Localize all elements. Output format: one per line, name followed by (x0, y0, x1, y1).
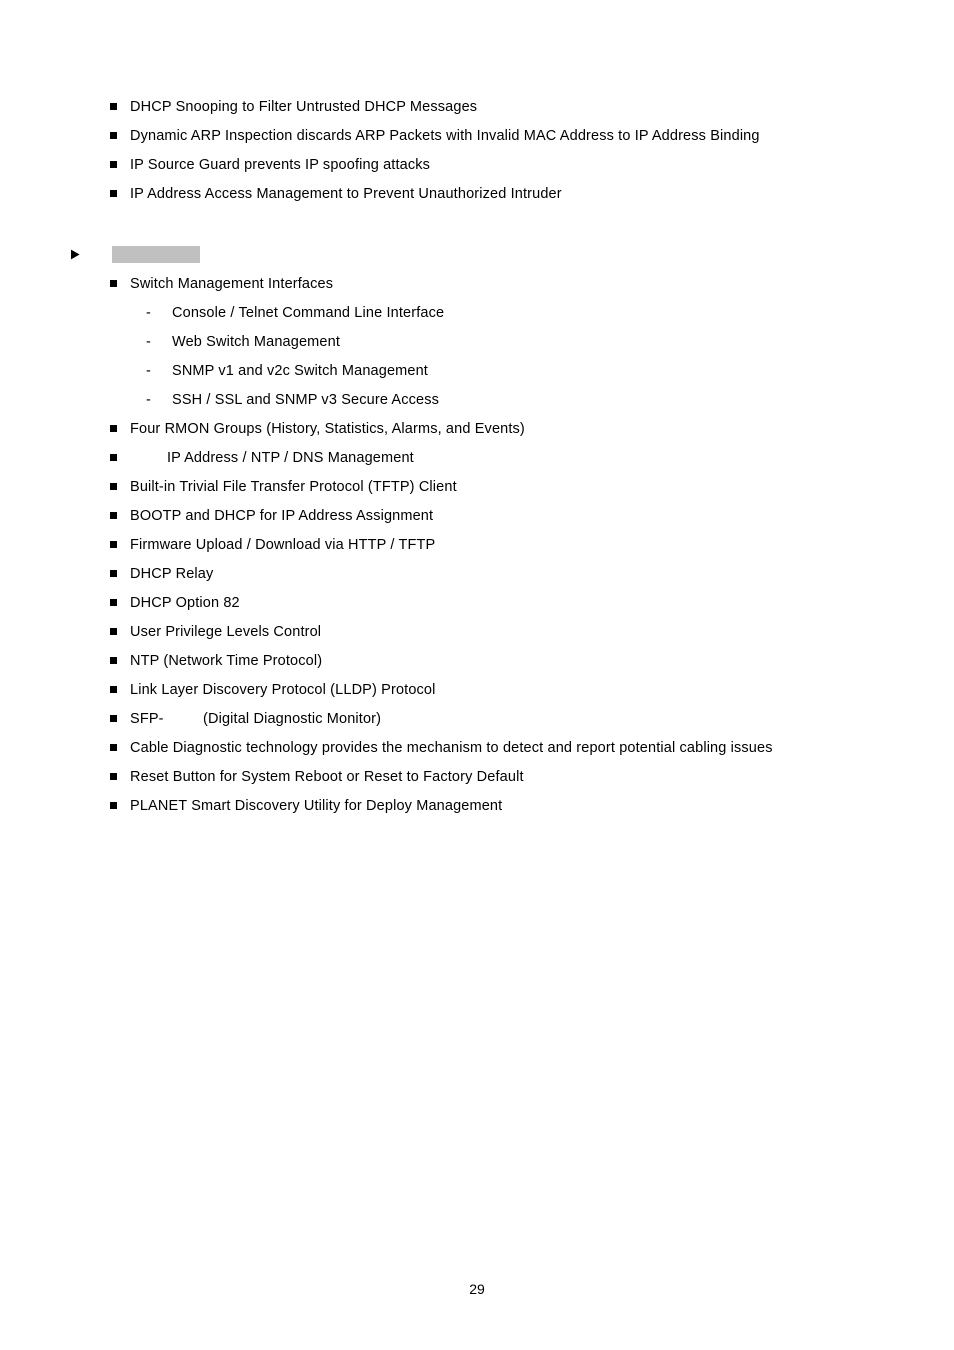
square-bullet-icon (110, 473, 117, 502)
list-item-label: DHCP Option 82 (130, 595, 240, 611)
list-item: DHCP Snooping to Filter Untrusted DHCP M… (0, 93, 954, 122)
list-item-label: Firmware Upload / Download via HTTP / TF… (130, 537, 436, 553)
list-item: DHCP Relay (0, 560, 954, 589)
dash-bullet-icon: - (146, 334, 151, 350)
square-bullet-icon (110, 502, 117, 531)
list-item: IP Address Access Management to Prevent … (0, 180, 954, 209)
list-item: Four RMON Groups (History, Statistics, A… (0, 415, 954, 444)
list-item: DHCP Option 82 (0, 589, 954, 618)
square-bullet-icon (110, 531, 117, 560)
list-item: Built-in Trivial File Transfer Protocol … (0, 473, 954, 502)
list-item: User Privilege Levels Control (0, 618, 954, 647)
sub-list-item-label: SNMP v1 and v2c Switch Management (172, 363, 428, 379)
section-heading-row (0, 240, 954, 270)
list-item-label: DHCP Snooping to Filter Untrusted DHCP M… (130, 99, 478, 115)
sub-list-item-label: Web Switch Management (172, 334, 340, 350)
list-item: Link Layer Discovery Protocol (LLDP) Pro… (0, 676, 954, 705)
list-item: PLANET Smart Discovery Utility for Deplo… (0, 792, 954, 821)
list-item-label: Link Layer Discovery Protocol (LLDP) Pro… (130, 682, 436, 698)
list-item-label: PLANET Smart Discovery Utility for Deplo… (130, 798, 503, 814)
sub-list-item: - SSH / SSL and SNMP v3 Secure Access (0, 386, 954, 415)
list-item-label: IP Address / NTP / DNS Management (167, 450, 414, 466)
redacted-section-heading (112, 246, 200, 263)
list-item-label: Cable Diagnostic technology provides the… (130, 740, 773, 756)
list-item: Dynamic ARP Inspection discards ARP Pack… (0, 122, 954, 151)
list-item: Reset Button for System Reboot or Reset … (0, 763, 954, 792)
sub-list-item-label: SSH / SSL and SNMP v3 Secure Access (172, 392, 440, 408)
sfp-suffix-label: (Digital Diagnostic Monitor) (203, 711, 382, 727)
list-item-label: User Privilege Levels Control (130, 624, 322, 640)
list-item-label: Dynamic ARP Inspection discards ARP Pack… (130, 128, 760, 144)
page-content: DHCP Snooping to Filter Untrusted DHCP M… (0, 0, 954, 821)
square-bullet-icon (110, 734, 117, 763)
list-item-label: NTP (Network Time Protocol) (130, 653, 323, 669)
square-bullet-icon (110, 618, 117, 647)
dash-bullet-icon: - (146, 392, 151, 408)
list-item-label: BOOTP and DHCP for IP Address Assignment (130, 508, 434, 524)
arrow-bullet-icon (70, 240, 84, 270)
dash-bullet-icon: - (146, 363, 151, 379)
square-bullet-icon (110, 647, 117, 676)
square-bullet-icon (110, 792, 117, 821)
management-features-list: Switch Management Interfaces - Console /… (0, 270, 954, 821)
page-number: 29 (469, 1281, 485, 1297)
list-item-label: IP Source Guard prevents IP spoofing att… (130, 157, 431, 173)
square-bullet-icon (110, 415, 117, 444)
sfp-prefix-label: SFP- (130, 711, 164, 727)
list-item-label: Four RMON Groups (History, Statistics, A… (130, 421, 525, 437)
square-bullet-icon (110, 560, 117, 589)
square-bullet-icon (110, 93, 117, 122)
sub-list-item-label: Console / Telnet Command Line Interface (172, 305, 445, 321)
sub-list-item: - Web Switch Management (0, 328, 954, 357)
list-item-label: Switch Management Interfaces (130, 276, 334, 292)
list-item: IP Address / NTP / DNS Management (0, 444, 954, 473)
sub-list: - Console / Telnet Command Line Interfac… (0, 299, 954, 415)
list-item-sfp-ddm: SFP- (Digital Diagnostic Monitor) (0, 705, 954, 734)
list-item-label: Reset Button for System Reboot or Reset … (130, 769, 524, 785)
square-bullet-icon (110, 763, 117, 792)
square-bullet-icon (110, 122, 117, 151)
square-bullet-icon (110, 705, 117, 734)
square-bullet-icon (110, 270, 117, 299)
list-item: BOOTP and DHCP for IP Address Assignment (0, 502, 954, 531)
list-item-label: DHCP Relay (130, 566, 214, 582)
sub-list-item: - Console / Telnet Command Line Interfac… (0, 299, 954, 328)
list-item: NTP (Network Time Protocol) (0, 647, 954, 676)
list-item: Firmware Upload / Download via HTTP / TF… (0, 531, 954, 560)
square-bullet-icon (110, 589, 117, 618)
square-bullet-icon (110, 151, 117, 180)
list-item-label: Built-in Trivial File Transfer Protocol … (130, 479, 457, 495)
document-page: DHCP Snooping to Filter Untrusted DHCP M… (0, 0, 954, 1350)
square-bullet-icon (110, 444, 117, 473)
sub-list-item: - SNMP v1 and v2c Switch Management (0, 357, 954, 386)
list-item: Cable Diagnostic technology provides the… (0, 734, 954, 763)
list-item: IP Source Guard prevents IP spoofing att… (0, 151, 954, 180)
dash-bullet-icon: - (146, 305, 151, 321)
security-features-list: DHCP Snooping to Filter Untrusted DHCP M… (0, 93, 954, 209)
square-bullet-icon (110, 676, 117, 705)
list-item-label: IP Address Access Management to Prevent … (130, 186, 562, 202)
square-bullet-icon (110, 180, 117, 209)
list-item: Switch Management Interfaces (0, 270, 954, 299)
